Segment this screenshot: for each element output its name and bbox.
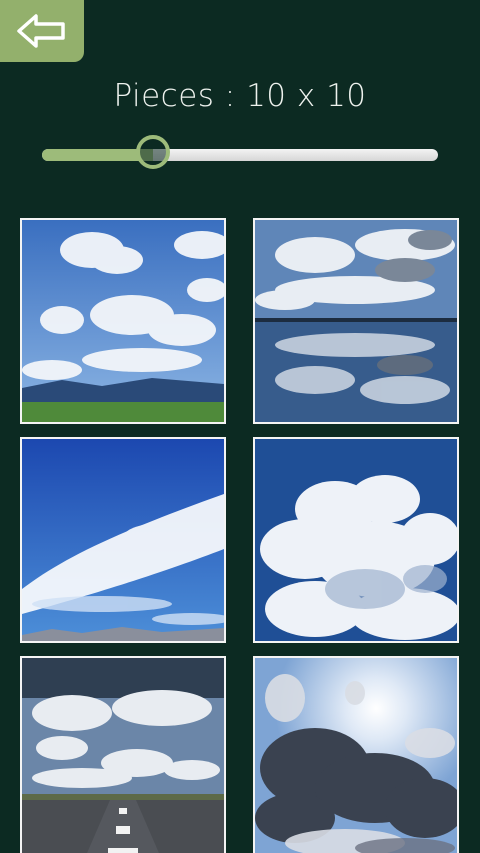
image-tile-3[interactable] [20,437,226,643]
road-clouds-image [22,658,224,853]
arrow-left-icon [17,14,65,48]
image-tile-6[interactable] [253,656,459,853]
image-tile-5[interactable] [20,656,226,853]
clouds-landscape-image [22,220,224,422]
wispy-cloud-image [22,439,224,641]
pieces-slider[interactable] [42,135,438,169]
image-tile-2[interactable] [253,218,459,424]
pieces-label: Pieces : 10 x 10 [113,78,367,114]
back-button[interactable] [0,0,84,62]
lake-reflection-image [255,220,457,422]
image-tile-1[interactable] [20,218,226,424]
slider-thumb[interactable] [135,135,170,169]
image-grid [20,218,460,853]
dark-cloud-sun-image [255,658,457,853]
cumulus-cloud-image [255,439,457,641]
image-tile-4[interactable] [253,437,459,643]
